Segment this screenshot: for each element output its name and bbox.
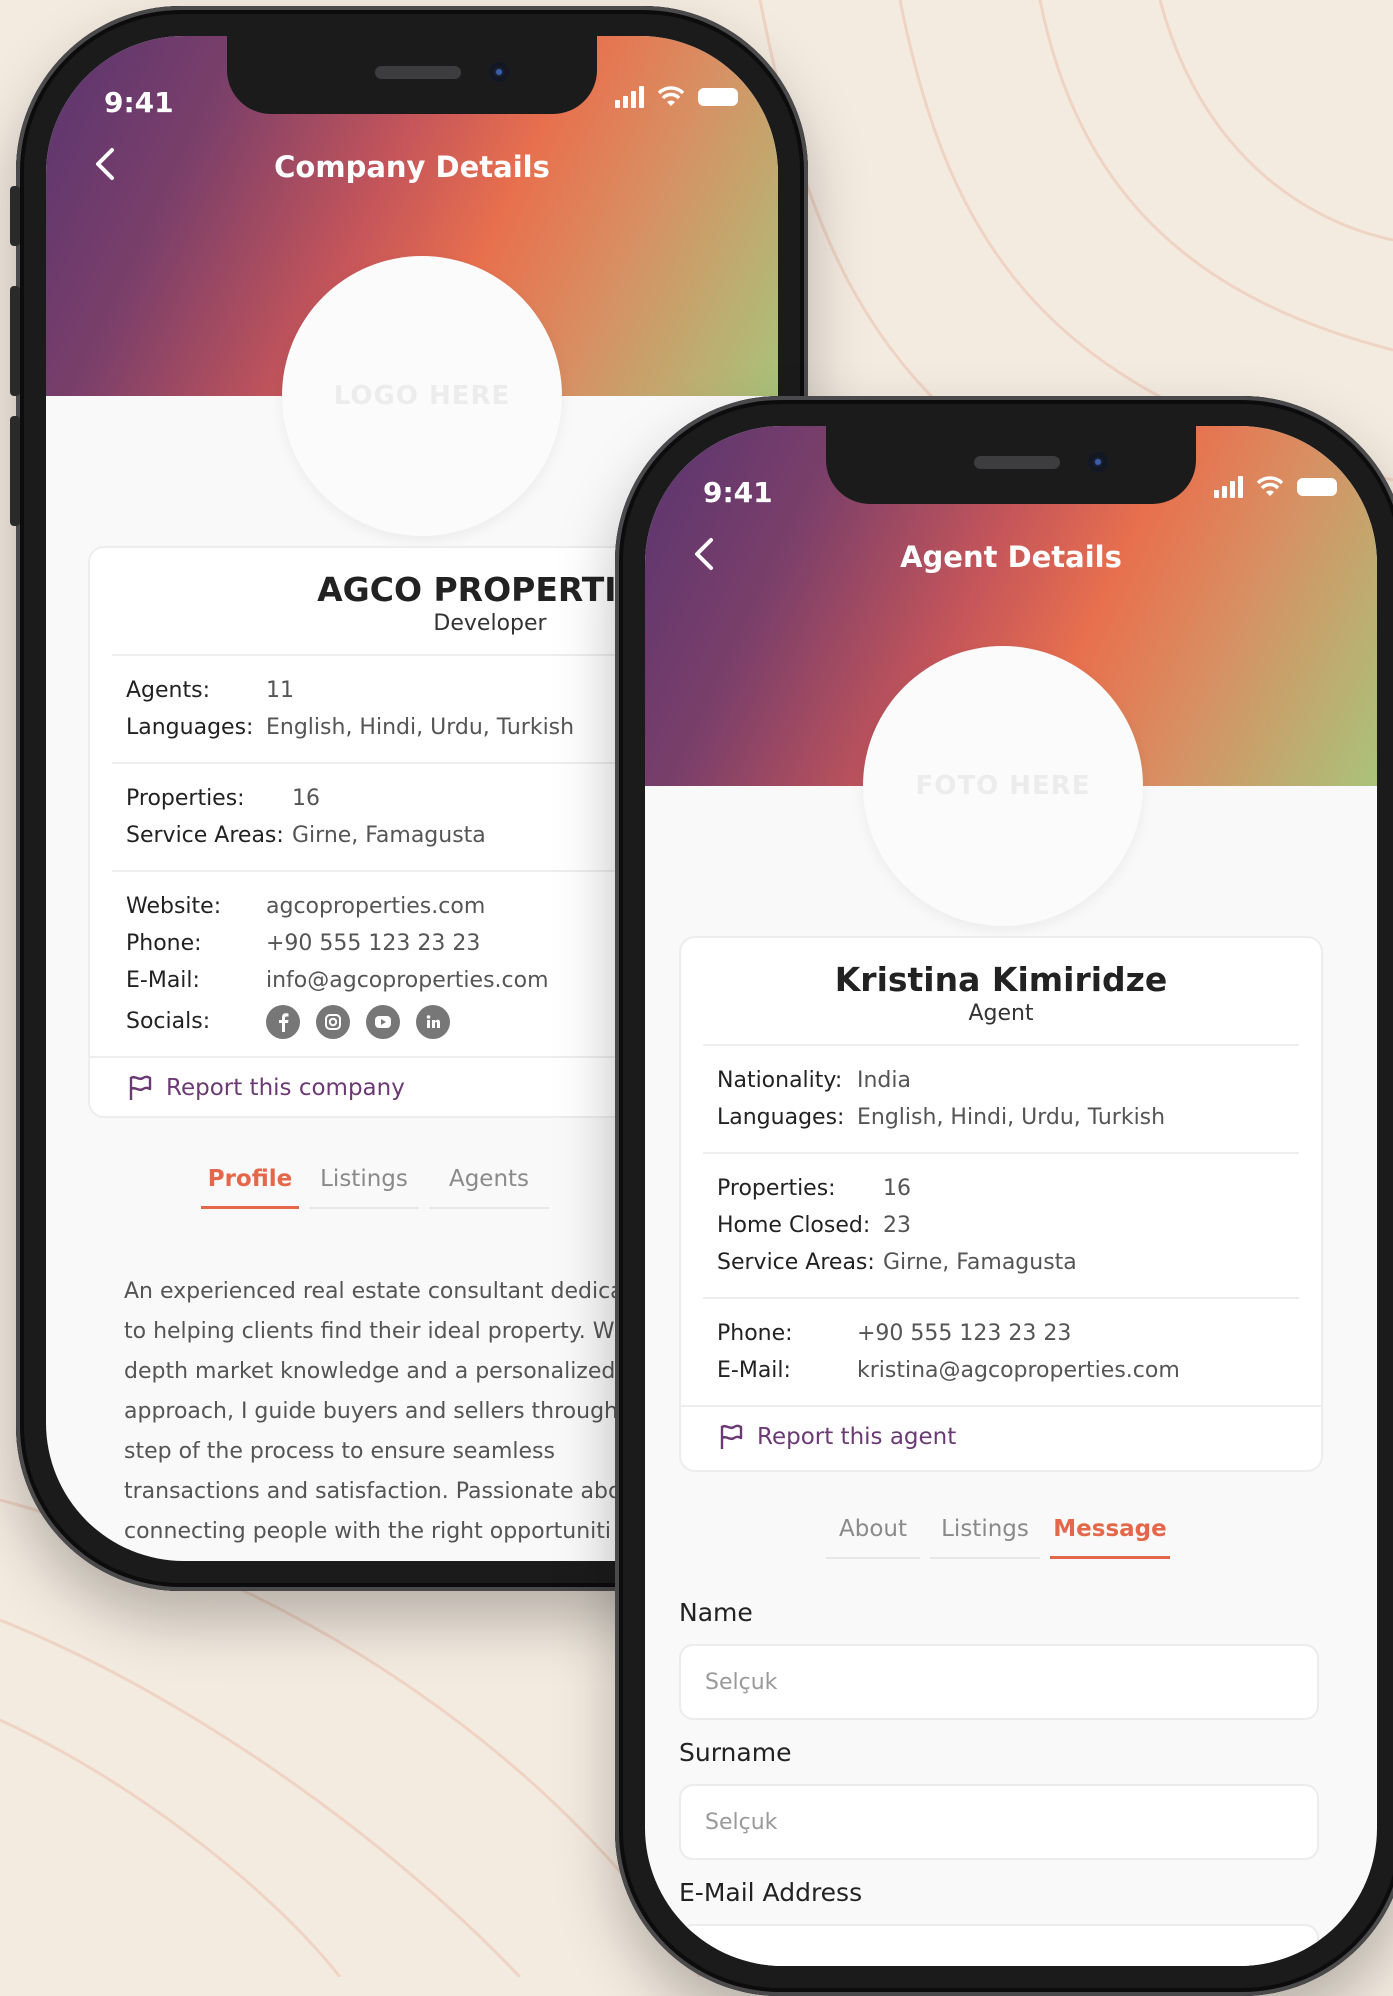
email-link[interactable]: kristina@agcoproperties.com [857, 1352, 1180, 1389]
languages-value: English, Hindi, Urdu, Turkish [857, 1105, 1166, 1130]
name-label: Name [679, 1598, 753, 1627]
volume-up-button [10, 286, 20, 396]
nationality-value: India [857, 1068, 911, 1093]
phone-link[interactable]: +90 555 123 23 23 [857, 1315, 1071, 1352]
report-agent-label: Report this agent [757, 1424, 957, 1450]
youtube-icon[interactable] [366, 1004, 400, 1039]
properties-label: Properties: [126, 786, 245, 811]
signal-icon [615, 86, 644, 108]
nationality-label: Nationality: [717, 1068, 843, 1093]
website-link[interactable]: agcoproperties.com [266, 888, 485, 925]
agent-screen: 9:41 Agent Details FOTO HERE Kristina Ki… [645, 426, 1377, 1966]
agent-info-section-2: Properties: 16 Home Closed: 23 Service Are… [703, 1152, 1299, 1297]
phone-agent: 9:41 Agent Details FOTO HERE Kristina Ki… [615, 396, 1393, 1996]
volume-down-button [10, 416, 20, 526]
agent-info-card: Kristina Kimiridze Agent Nationality: Ind… [679, 936, 1323, 1472]
phone-link[interactable]: +90 555 123 23 23 [266, 925, 480, 962]
social-links [266, 1003, 450, 1040]
languages-value: English, Hindi, Urdu, Turkish [266, 715, 575, 740]
agent-info-section-3: Phone: +90 555 123 23 23 E-Mail: kristina@… [703, 1297, 1299, 1405]
wifi-icon [657, 86, 685, 106]
tab-listings[interactable]: Listings [309, 1166, 419, 1209]
phone-label: Phone: [126, 931, 202, 956]
agents-label: Agents: [126, 678, 210, 703]
agent-name: Kristina Kimiridze [834, 960, 1168, 999]
flag-icon [129, 1075, 152, 1100]
email-label: E-Mail: [126, 968, 200, 993]
mute-switch [10, 186, 20, 246]
nav-title: Company Details [274, 150, 550, 184]
linkedin-icon[interactable] [416, 1004, 450, 1039]
notch [227, 36, 597, 114]
email-address-label: E-Mail Address [679, 1878, 863, 1907]
signal-icon [1214, 476, 1243, 498]
agent-photo: FOTO HERE [863, 646, 1143, 926]
flag-icon [720, 1424, 743, 1449]
nav-title: Agent Details [900, 540, 1122, 574]
tab-message[interactable]: Message [1050, 1516, 1170, 1559]
report-agent-link[interactable]: Report this agent [681, 1405, 1321, 1469]
service-areas-value: Girne, Famagusta [292, 823, 486, 848]
status-time: 9:41 [104, 86, 174, 119]
tab-about[interactable]: About [826, 1516, 920, 1559]
report-company-label: Report this company [166, 1075, 405, 1101]
home-closed-label: Home Closed: [717, 1213, 871, 1238]
service-areas-label: Service Areas: [126, 823, 284, 848]
email-link[interactable]: info@agcoproperties.com [266, 962, 549, 999]
battery-icon [1297, 478, 1337, 496]
service-areas-value: Girne, Famagusta [883, 1250, 1077, 1275]
facebook-icon[interactable] [266, 1004, 300, 1039]
agent-info-section-1: Nationality: India Languages: English, Hin… [703, 1044, 1299, 1152]
agent-tabs: About Listings Message [821, 1516, 1175, 1559]
status-time: 9:41 [703, 476, 773, 509]
surname-input[interactable]: Selçuk [679, 1784, 1319, 1860]
status-icons [1214, 476, 1337, 498]
properties-label: Properties: [717, 1176, 836, 1201]
tab-agents[interactable]: Agents [429, 1166, 549, 1209]
surname-label: Surname [679, 1738, 792, 1767]
email-label: E-Mail: [717, 1358, 791, 1383]
wifi-icon [1256, 476, 1284, 496]
notch [826, 426, 1196, 504]
socials-label: Socials: [126, 1009, 211, 1034]
email-address-input[interactable] [679, 1924, 1319, 1966]
properties-value: 16 [292, 786, 320, 811]
tab-listings[interactable]: Listings [930, 1516, 1040, 1559]
properties-value: 16 [883, 1176, 911, 1201]
name-input[interactable]: Selçuk [679, 1644, 1319, 1720]
phone-label: Phone: [717, 1321, 793, 1346]
status-icons [615, 86, 738, 108]
languages-label: Languages: [717, 1105, 845, 1130]
company-logo: LOGO HERE [282, 256, 562, 536]
languages-label: Languages: [126, 715, 254, 740]
agents-value: 11 [266, 678, 294, 703]
company-tabs: Profile Listings Agents [196, 1166, 554, 1209]
tab-profile[interactable]: Profile [201, 1166, 299, 1209]
battery-icon [698, 88, 738, 106]
website-label: Website: [126, 894, 222, 919]
service-areas-label: Service Areas: [717, 1250, 875, 1275]
home-closed-value: 23 [883, 1213, 911, 1238]
instagram-icon[interactable] [316, 1004, 350, 1039]
agent-role: Agent [968, 1001, 1034, 1026]
